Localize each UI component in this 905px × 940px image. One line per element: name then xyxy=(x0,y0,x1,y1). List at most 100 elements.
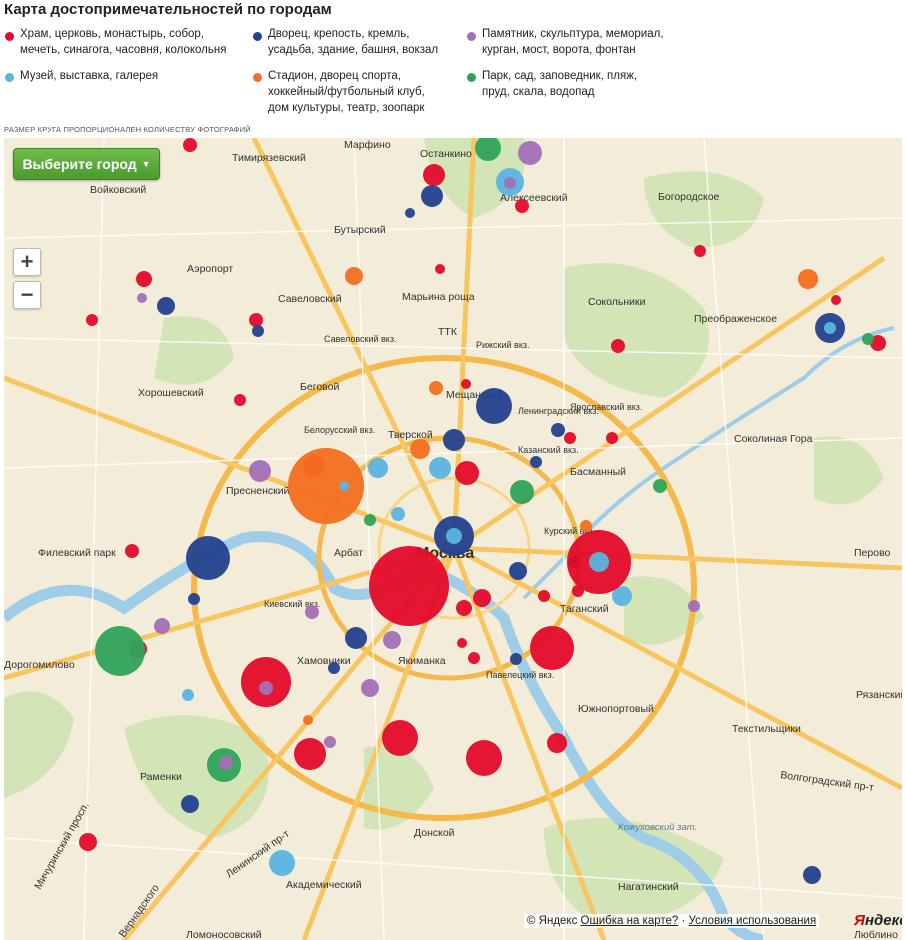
map-label: Хамовники xyxy=(297,655,351,667)
monument-marker[interactable] xyxy=(688,600,700,612)
religious-marker[interactable] xyxy=(136,271,152,287)
religious-marker[interactable] xyxy=(468,652,480,664)
religious-marker[interactable] xyxy=(249,313,263,327)
palace-marker[interactable] xyxy=(443,429,465,451)
zoom-out-button[interactable]: − xyxy=(13,281,41,309)
sport-marker-large[interactable] xyxy=(288,448,364,524)
museum-marker[interactable] xyxy=(429,457,451,479)
park-marker[interactable] xyxy=(510,480,534,504)
monument-marker[interactable] xyxy=(361,679,379,697)
religious-marker[interactable] xyxy=(456,600,472,616)
zoom-in-button[interactable]: + xyxy=(13,248,41,276)
terms-link[interactable]: Условия использования xyxy=(689,915,817,927)
museum-marker-inner[interactable] xyxy=(589,552,609,572)
religious-marker[interactable] xyxy=(79,833,97,851)
legend-park: Парк, сад, заповедник, пляж, пруд, скала… xyxy=(482,68,637,100)
monument-marker[interactable] xyxy=(249,460,271,482)
religious-marker[interactable] xyxy=(125,544,139,558)
park-marker[interactable] xyxy=(653,479,667,493)
map-label: Люблино xyxy=(854,929,898,940)
palace-marker-large[interactable] xyxy=(476,388,512,424)
museum-marker[interactable] xyxy=(368,458,388,478)
religious-marker[interactable] xyxy=(564,432,576,444)
religious-marker[interactable] xyxy=(611,339,625,353)
legend-dot-sport xyxy=(253,73,262,82)
monument-marker-inner[interactable] xyxy=(259,681,273,695)
museum-marker[interactable] xyxy=(269,850,295,876)
palace-marker[interactable] xyxy=(181,795,199,813)
museum-marker-inner[interactable] xyxy=(824,322,836,334)
religious-marker-large[interactable] xyxy=(530,626,574,670)
select-city-label: Выберите город xyxy=(22,156,137,172)
religious-marker[interactable] xyxy=(457,638,467,648)
palace-marker[interactable] xyxy=(157,297,175,315)
palace-marker-large[interactable] xyxy=(186,536,230,580)
religious-marker-large[interactable] xyxy=(466,740,502,776)
museum-marker[interactable] xyxy=(182,689,194,701)
palace-marker[interactable] xyxy=(509,562,527,580)
park-marker[interactable] xyxy=(364,514,376,526)
religious-marker[interactable] xyxy=(547,733,567,753)
religious-marker[interactable] xyxy=(86,314,98,326)
monument-marker[interactable] xyxy=(305,605,319,619)
palace-marker[interactable] xyxy=(328,662,340,674)
palace-marker[interactable] xyxy=(551,423,565,437)
religious-marker[interactable] xyxy=(515,199,529,213)
museum-marker-inner[interactable] xyxy=(339,481,349,491)
religious-marker[interactable] xyxy=(831,295,841,305)
monument-marker[interactable] xyxy=(324,736,336,748)
monument-marker-inner[interactable] xyxy=(504,177,516,189)
select-city-button[interactable]: Выберите город ▼ xyxy=(13,148,160,180)
religious-marker[interactable] xyxy=(423,164,445,186)
religious-marker[interactable] xyxy=(538,590,550,602)
palace-marker[interactable] xyxy=(252,325,264,337)
map-label: Академический xyxy=(286,879,362,891)
religious-marker[interactable] xyxy=(234,394,246,406)
religious-marker[interactable] xyxy=(455,461,479,485)
sport-marker[interactable] xyxy=(345,267,363,285)
map-label: Текстильщики xyxy=(732,723,801,735)
palace-marker[interactable] xyxy=(510,653,522,665)
monument-marker[interactable] xyxy=(383,631,401,649)
sport-marker[interactable] xyxy=(580,520,592,532)
map-label: Нагатинский xyxy=(618,881,679,893)
legend-museum: Музей, выставка, галерея xyxy=(20,68,158,84)
palace-marker[interactable] xyxy=(405,208,415,218)
religious-marker[interactable] xyxy=(435,264,445,274)
palace-marker[interactable] xyxy=(803,866,821,884)
religious-marker-large[interactable] xyxy=(382,720,418,756)
palace-marker[interactable] xyxy=(188,593,200,605)
legend-dot-park xyxy=(467,73,476,82)
map-canvas[interactable]: Марфино Останкино Тимирязевский Войковск… xyxy=(4,138,902,940)
palace-marker[interactable] xyxy=(421,185,443,207)
monument-marker[interactable] xyxy=(518,141,542,165)
park-marker[interactable] xyxy=(862,333,874,345)
palace-marker[interactable] xyxy=(345,627,367,649)
legend-palace: Дворец, крепость, кремль, усадьба, здани… xyxy=(268,26,438,58)
sport-marker[interactable] xyxy=(798,269,818,289)
monument-marker[interactable] xyxy=(137,293,147,303)
park-marker-large[interactable] xyxy=(95,626,145,676)
museum-marker[interactable] xyxy=(391,507,405,521)
religious-marker-large[interactable] xyxy=(369,546,449,626)
museum-marker-inner[interactable] xyxy=(446,528,462,544)
map-label: Волгоградский пр-т xyxy=(780,769,875,794)
religious-marker[interactable] xyxy=(461,379,471,389)
religious-marker[interactable] xyxy=(183,138,197,152)
chevron-down-icon: ▼ xyxy=(141,159,151,169)
sport-marker[interactable] xyxy=(429,381,443,395)
sport-marker[interactable] xyxy=(410,439,430,459)
monument-marker[interactable] xyxy=(154,618,170,634)
attribution: © Яндекс Ошибка на карте? · Условия испо… xyxy=(524,914,820,928)
palace-marker[interactable] xyxy=(530,456,542,468)
map-area[interactable]: Марфино Останкино Тимирязевский Войковск… xyxy=(4,138,902,940)
sport-marker[interactable] xyxy=(303,715,313,725)
map-error-link[interactable]: Ошибка на карте? xyxy=(581,915,679,927)
religious-marker[interactable] xyxy=(606,432,618,444)
religious-marker[interactable] xyxy=(694,245,706,257)
map-label: Ленинградский вкз. xyxy=(518,406,599,416)
religious-marker-large[interactable] xyxy=(294,738,326,770)
religious-marker[interactable] xyxy=(473,589,491,607)
monument-marker[interactable] xyxy=(219,756,233,770)
legend-dot-religious xyxy=(5,32,14,41)
